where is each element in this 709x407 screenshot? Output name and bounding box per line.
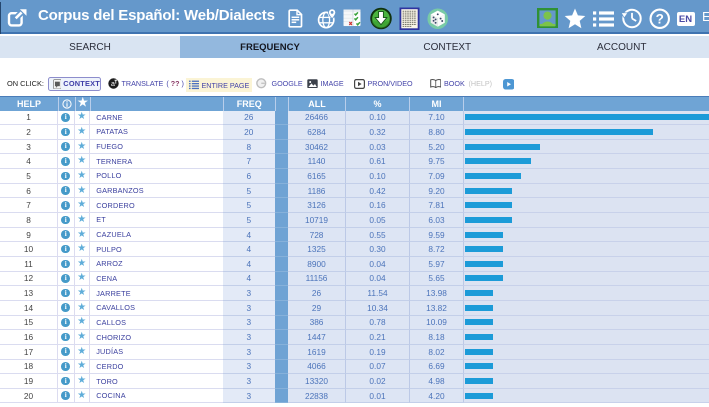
svg-text:?: ?	[655, 11, 663, 26]
svg-text:a: a	[111, 81, 115, 88]
